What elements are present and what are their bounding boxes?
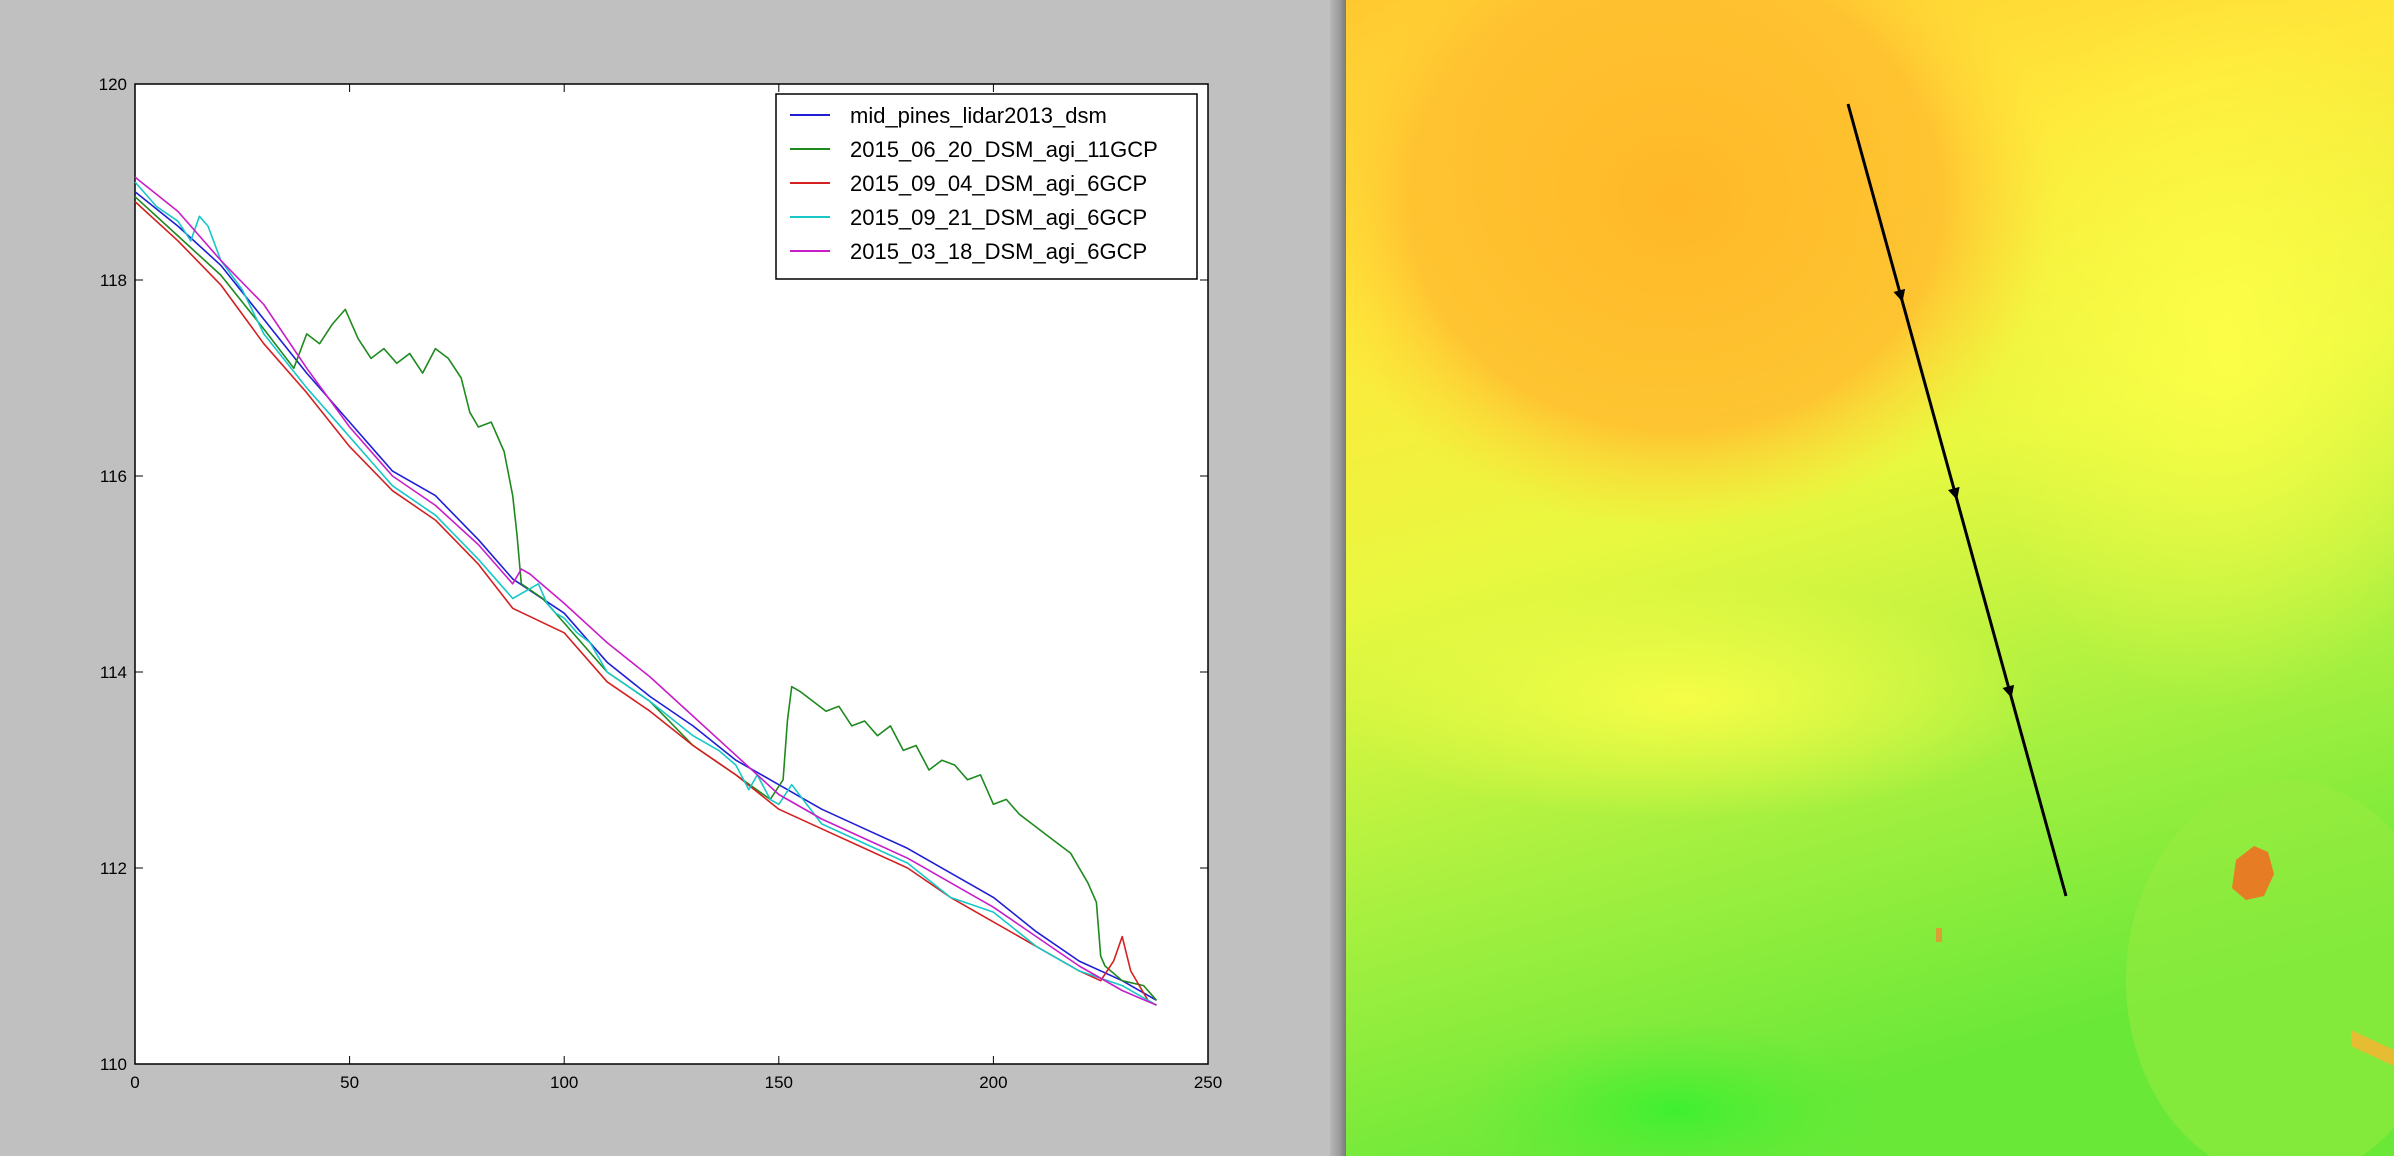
y-tick-label: 116 — [100, 467, 127, 486]
x-tick-label: 100 — [550, 1073, 578, 1092]
line-chart: 0 50 100 150 200 250 110 112 114 116 118 120 mid_pi… — [99, 75, 1223, 1092]
y-tick-label: 118 — [100, 271, 127, 290]
x-tick-label: 0 — [130, 1073, 139, 1092]
legend-entry-3: 2015_09_04_DSM_agi_6GCP — [850, 171, 1147, 196]
elevation-raster — [1346, 0, 2394, 1156]
x-tick-label: 250 — [1194, 1073, 1222, 1092]
y-tick-label: 120 — [99, 75, 127, 94]
x-tick-label: 50 — [340, 1073, 359, 1092]
x-tick-label: 200 — [979, 1073, 1007, 1092]
chart-panel: 0 50 100 150 200 250 110 112 114 116 118 120 mid_pi… — [0, 0, 1330, 1156]
legend: mid_pines_lidar2013_dsm 2015_06_20_DSM_ag… — [775, 93, 1198, 280]
y-tick-label: 110 — [100, 1055, 127, 1074]
elevation-map[interactable] — [1346, 0, 2394, 1156]
y-tick-label: 114 — [100, 663, 127, 682]
legend-entry-4: 2015_09_21_DSM_agi_6GCP — [850, 205, 1147, 230]
legend-entry-1: mid_pines_lidar2013_dsm — [850, 103, 1107, 128]
legend-entry-5: 2015_03_18_DSM_agi_6GCP — [850, 239, 1147, 264]
panel-divider[interactable] — [1330, 0, 1346, 1156]
x-tick-label: 150 — [765, 1073, 793, 1092]
legend-entry-2: 2015_06_20_DSM_agi_11GCP — [850, 137, 1158, 162]
y-tick-label: 112 — [100, 859, 127, 878]
